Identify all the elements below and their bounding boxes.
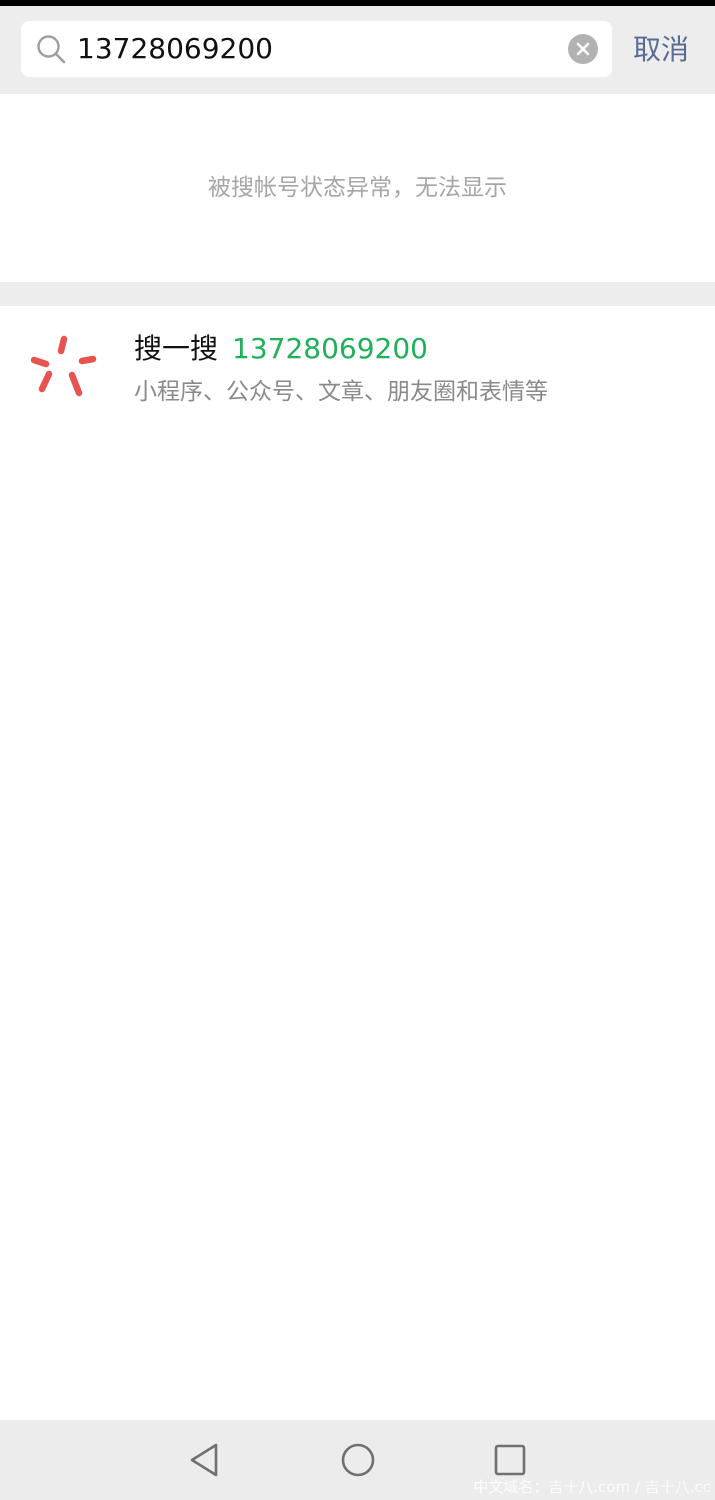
back-triangle-icon[interactable]	[185, 1440, 225, 1480]
home-circle-icon[interactable]	[338, 1440, 378, 1480]
search-results-screen: 取消 被搜帐号状态异常，无法显示 搜一搜 13728069200 小程序、公众号、…	[0, 0, 715, 1500]
clear-icon[interactable]	[568, 34, 598, 64]
souyisou-search-row[interactable]: 搜一搜 13728069200 小程序、公众号、文章、朋友圈和表情等	[0, 306, 715, 428]
search-input[interactable]	[77, 21, 557, 77]
souyisou-description: 小程序、公众号、文章、朋友圈和表情等	[134, 379, 548, 405]
search-box[interactable]	[21, 21, 612, 77]
cancel-button[interactable]: 取消	[633, 28, 689, 72]
recent-apps-square-icon[interactable]	[490, 1440, 530, 1480]
watermark-text: 中文域名：吉十八.com / 吉十八.cc	[473, 1478, 711, 1496]
section-divider	[0, 282, 715, 306]
souyisou-title: 搜一搜 13728069200	[134, 330, 428, 368]
souyisou-label: 搜一搜	[134, 332, 219, 365]
souyisou-keyword: 13728069200	[232, 332, 428, 365]
notice-text: 被搜帐号状态异常，无法显示	[208, 175, 507, 201]
search-icon	[37, 35, 66, 64]
account-status-notice: 被搜帐号状态异常，无法显示	[0, 94, 715, 282]
search-header: 取消	[0, 6, 715, 94]
souyisou-logo-icon	[30, 335, 97, 397]
